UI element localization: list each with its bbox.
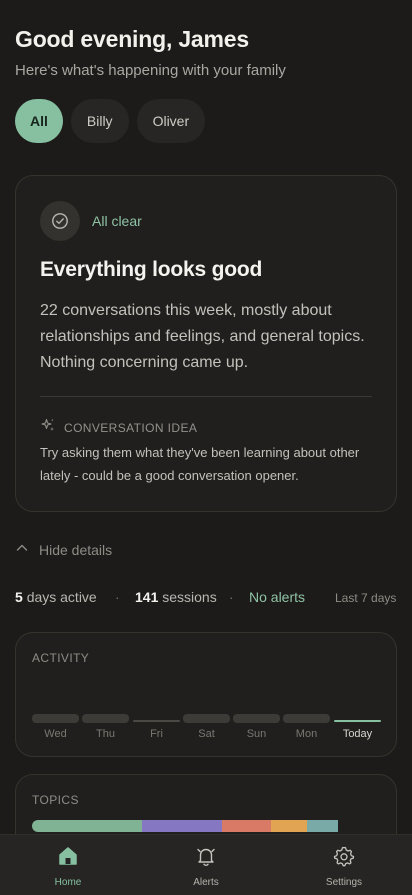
alerts-status: No alerts — [249, 589, 306, 605]
sessions-label: sessions — [162, 589, 217, 605]
separator-dot: · — [229, 589, 234, 605]
day-label: Fri — [150, 728, 163, 740]
activity-bar-mon — [283, 714, 330, 723]
summary-body: 22 conversations this week, mostly about… — [40, 302, 365, 371]
bottom-tab-bar: Home Alerts Settings — [0, 834, 412, 895]
summary-title: Everything looks good — [40, 258, 263, 281]
activity-bar-fri — [133, 720, 180, 722]
idea-header: CONVERSATION IDEA — [40, 417, 197, 438]
chevron-up-icon — [15, 541, 29, 558]
summary-card: All clear Everything looks good 22 conve… — [15, 175, 397, 512]
day-label: Sat — [198, 728, 215, 740]
tab-home[interactable]: Home — [28, 845, 108, 888]
member-filter: All Billy Oliver — [15, 99, 206, 143]
idea-text: Try asking them what they've been learni… — [40, 445, 360, 483]
activity-bar-sat — [183, 714, 230, 723]
filter-chip-billy[interactable]: Billy — [70, 99, 129, 143]
activity-bar-today — [334, 720, 381, 722]
sparkle-icon — [40, 417, 56, 438]
separator-dot: · — [115, 589, 120, 605]
sessions-stat: 141 sessions — [135, 589, 217, 605]
page-subtitle: Here's what's happening with your family — [15, 62, 286, 79]
activity-card: ACTIVITY Wed Thu Fri Sat Sun Mon Today — [15, 632, 397, 757]
day-label: Sun — [246, 728, 267, 740]
topic-segment — [307, 820, 338, 832]
topics-breakdown-bar — [32, 820, 338, 832]
topic-segment — [142, 820, 222, 832]
tab-settings-label: Settings — [325, 877, 363, 888]
days-active-label: days active — [26, 589, 97, 605]
hide-details-label: Hide details — [39, 541, 113, 558]
activity-bar-thu — [82, 714, 129, 723]
hide-details-toggle[interactable]: Hide details — [15, 541, 112, 558]
tab-alerts[interactable]: Alerts — [166, 845, 246, 888]
divider — [40, 396, 372, 397]
idea-label: CONVERSATION IDEA — [64, 420, 198, 435]
sessions-value: 141 — [135, 589, 159, 605]
tab-settings[interactable]: Settings — [304, 845, 384, 888]
filter-chip-all[interactable]: All — [15, 99, 63, 143]
topic-segment — [270, 820, 308, 832]
stats-row: 5 days active · 141 sessions · No alerts… — [15, 589, 397, 609]
check-circle-icon — [40, 201, 80, 241]
activity-label: ACTIVITY — [32, 651, 90, 665]
home-screen: Good evening, James Here's what's happen… — [0, 0, 412, 895]
day-label: Thu — [96, 728, 115, 740]
days-active-value: 5 — [15, 589, 23, 605]
status-row: All clear — [40, 201, 142, 241]
gear-icon — [333, 845, 355, 872]
tab-home-label: Home — [54, 877, 82, 888]
tab-alerts-label: Alerts — [193, 877, 219, 888]
day-label-today: Today — [342, 728, 373, 740]
range-label: Last 7 days — [335, 591, 397, 605]
days-active-stat: 5 days active — [15, 589, 97, 605]
filter-chip-oliver[interactable]: Oliver — [136, 99, 206, 143]
topic-segment — [221, 820, 271, 832]
activity-bar-sun — [233, 714, 280, 723]
status-label: All clear — [92, 213, 142, 229]
day-label: Wed — [44, 728, 67, 740]
bell-icon — [195, 845, 217, 872]
day-label: Mon — [295, 728, 318, 740]
topic-segment — [32, 820, 143, 832]
home-icon — [57, 845, 79, 872]
activity-bar-wed — [32, 714, 79, 723]
topics-label: TOPICS — [32, 793, 79, 807]
page-title: Good evening, James — [15, 26, 249, 52]
